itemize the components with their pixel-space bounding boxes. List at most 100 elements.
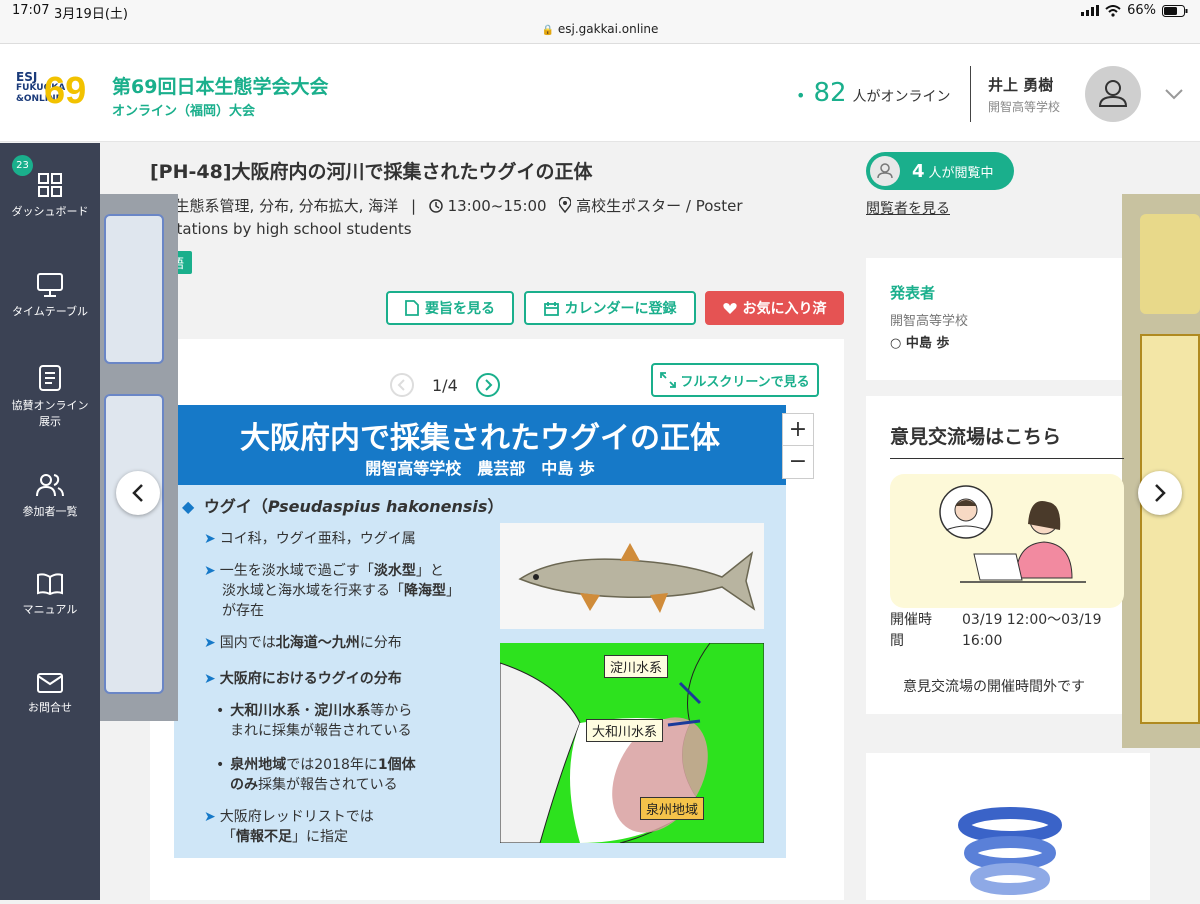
sidebar-item-manual[interactable]: マニュアル	[0, 573, 100, 617]
dot-icon: •	[216, 757, 225, 773]
viewer-count: 4	[912, 160, 925, 182]
sponsor-card	[866, 753, 1150, 900]
sidebar-item-timetable[interactable]: タイムテーブル	[0, 273, 100, 319]
bullet-bold: 1個体	[377, 757, 416, 773]
address-url: esj.gakkai.online	[557, 22, 659, 36]
calendar-button-label: カレンダーに登録	[564, 301, 677, 317]
bullet-text: 等から	[370, 703, 413, 719]
slide-header: 大阪府内で採集されたウグイの正体 開智高等学校 農芸部 中島 歩	[174, 405, 786, 485]
conference-title: 第69回日本生態学会大会	[112, 76, 329, 98]
user-menu-toggle[interactable]	[1164, 86, 1184, 105]
exchange-illustration[interactable]	[890, 474, 1124, 608]
slide-bullet-7: ➤ 大阪府レッドリストでは 「情報不足」に指定	[204, 807, 374, 847]
presenter-org: 開智高等学校	[890, 314, 969, 329]
fish-icon	[518, 543, 756, 613]
exchange-time-value: 03/19 12:00〜03/19 16:00	[962, 610, 1102, 652]
lock-icon: 🔒	[541, 25, 555, 36]
users-icon	[36, 474, 64, 497]
zoom-controls: + −	[782, 413, 814, 479]
carousel-prev-button[interactable]	[116, 471, 160, 515]
sidebar-item-sponsor[interactable]: 協賛オンライン展示	[0, 365, 100, 429]
fullscreen-button[interactable]: フルスクリーンで見る	[651, 363, 819, 397]
slide-bullet-2: ➤ 一生を淡水域で過ごす「淡水型」と 淡水域と海水域を行来する「降海型」 が存在	[204, 561, 460, 621]
sidebar-item-dashboard[interactable]: ダッシュボード	[0, 173, 100, 219]
sidebar: 23 ダッシュボード タイムテーブル 協賛オンライン展示 参加者一覧 マニュアル…	[0, 143, 100, 900]
carousel-next-button[interactable]	[1138, 471, 1182, 515]
see-viewers-link[interactable]: 閲覧者を見る	[866, 198, 950, 218]
heart-icon	[722, 302, 737, 314]
online-count: 82	[813, 78, 847, 108]
wifi-icon	[1105, 4, 1121, 17]
battery-icon	[1162, 4, 1188, 17]
online-label: 人がオンライン	[852, 89, 951, 105]
video-chat-icon	[939, 485, 1086, 583]
calendar-button[interactable]: カレンダーに登録	[524, 291, 696, 325]
bullet-text: 」	[446, 583, 460, 599]
bullet-text: 一生を淡水域で過ごす「	[219, 563, 374, 579]
sidebar-item-label: 協賛オンライン展示	[11, 399, 89, 428]
slide-heading-close: ）	[487, 497, 504, 516]
spring-logo-icon	[958, 807, 1062, 895]
sidebar-item-label: お問合せ	[28, 701, 72, 714]
sidebar-item-participants[interactable]: 参加者一覧	[0, 473, 100, 519]
time-value-line2: 16:00	[962, 633, 1003, 649]
zoom-out-button[interactable]: −	[783, 446, 813, 477]
favorite-button[interactable]: お気に入り済	[705, 291, 844, 325]
bullet-text: が存在	[222, 603, 264, 619]
calendar-icon	[543, 301, 559, 316]
location-icon	[558, 196, 573, 214]
preview-panel	[104, 214, 164, 364]
bullet-bold: 情報不足	[236, 829, 292, 845]
grid-icon	[38, 173, 62, 197]
conference-logo[interactable]: ESJ FUKUOKA &ONLINE 69	[16, 70, 86, 116]
bullet-text: に分布	[359, 635, 402, 651]
slide-bullet-6: • 泉州地域では2018年に1個体 のみ採集が報告されている	[216, 755, 416, 795]
preview-panel	[1140, 334, 1200, 724]
exchange-closed-text: 意見交流場の開催時間外です	[903, 679, 1085, 695]
chevron-left-icon	[132, 484, 143, 502]
slide-author: 開智高等学校 農芸部 中島 歩	[365, 459, 595, 478]
exchange-heading: 意見交流場はこちら	[890, 426, 1062, 448]
bullet-text: 国内では	[219, 635, 276, 651]
viewing-counter: 4 人が閲覧中	[866, 152, 1014, 190]
preview-panel	[1140, 214, 1200, 314]
arrow-icon: ➤	[204, 531, 216, 547]
user-avatar[interactable]	[1085, 66, 1141, 122]
slide-bullet-1: ➤ コイ科，ウグイ亜科，ウグイ属	[204, 529, 416, 549]
user-name: 井上 勇樹	[988, 76, 1054, 94]
carousel-prev-preview[interactable]	[100, 194, 178, 721]
user-org: 開智高等学校	[988, 100, 1061, 114]
bullet-bold: 大和川水系	[230, 703, 301, 719]
clock-icon	[429, 199, 443, 213]
bullet-text: まれに採集が報告されている	[230, 723, 412, 739]
zoom-in-button[interactable]: +	[783, 414, 813, 446]
slide-bullet-5: • 大和川水系・淀川水系等から まれに採集が報告されている	[216, 701, 412, 741]
bullet-text: 大阪府におけるウグイの分布	[219, 671, 402, 687]
prev-page-icon[interactable]	[390, 373, 414, 397]
diamond-icon: ◆	[182, 497, 195, 516]
file-icon	[405, 300, 419, 316]
main-content: [PH-48]大阪府内の河川で採集されたウグイの正体 生, 生態系管理, 分布,…	[100, 143, 1200, 900]
distribution-map: 淀川水系 大和川水系 泉州地域	[500, 643, 764, 843]
address-bar[interactable]: 🔒 esj.gakkai.online	[0, 22, 1200, 44]
exchange-divider	[890, 458, 1124, 459]
time-label-line2: 間	[890, 633, 904, 649]
favorite-button-label: お気に入り済	[742, 301, 827, 317]
online-dot-icon: •	[796, 86, 806, 105]
map-label-yodo: 淀川水系	[604, 655, 669, 678]
poster-meta: 生, 生態系管理, 分布, 分布拡大, 海洋 | 13:00~15:00 高校生…	[150, 195, 790, 241]
next-page-icon[interactable]	[475, 373, 500, 397]
sidebar-item-contact[interactable]: お問合せ	[0, 673, 100, 715]
poster-time: 13:00~15:00	[447, 197, 547, 215]
presenter-name: ○ 中島 歩	[890, 336, 950, 351]
fish-photo	[500, 523, 764, 629]
bullet-text: 採集が報告されている	[258, 777, 398, 793]
preview-panel	[104, 394, 164, 694]
abstract-button[interactable]: 要旨を見る	[386, 291, 514, 325]
mail-icon	[37, 673, 63, 693]
bullet-bold: 降海型	[404, 583, 446, 599]
arrow-icon: ➤	[204, 809, 216, 825]
monitor-icon	[37, 273, 63, 297]
bullet-text: ・	[300, 703, 315, 719]
person-icon	[1098, 80, 1128, 107]
